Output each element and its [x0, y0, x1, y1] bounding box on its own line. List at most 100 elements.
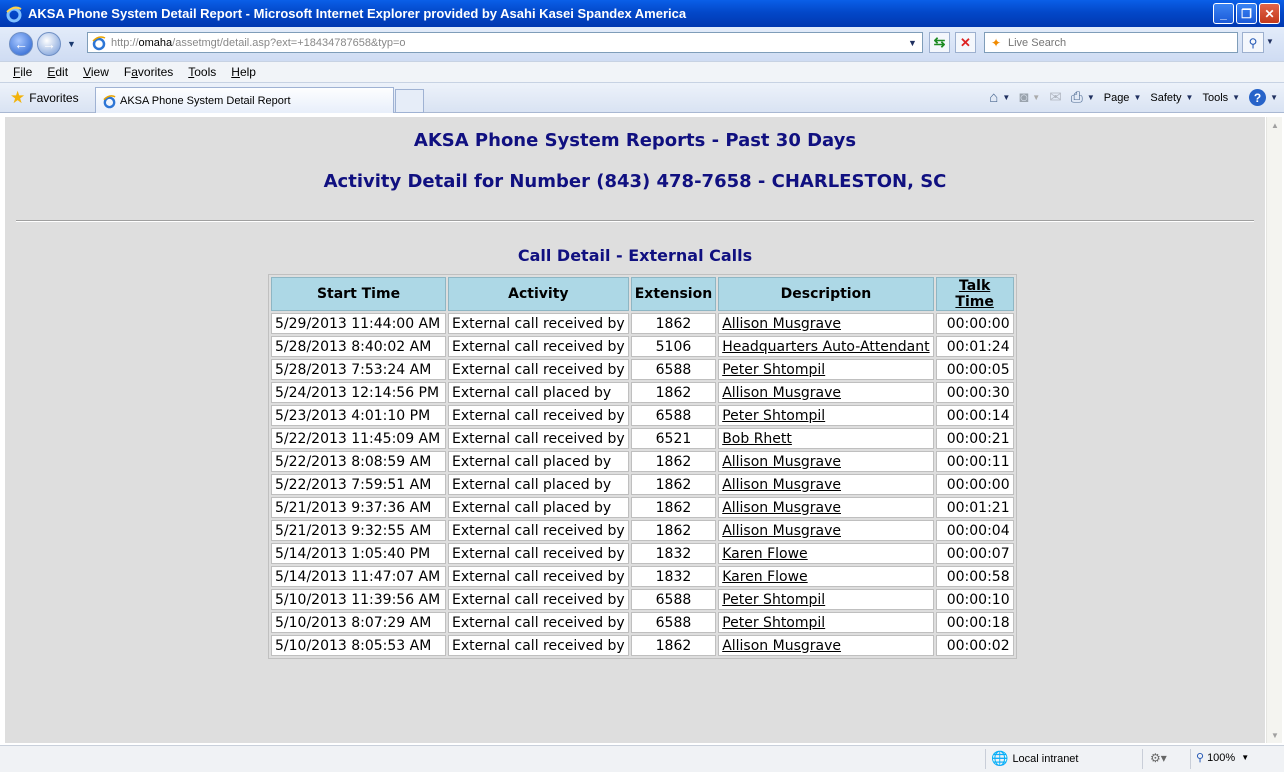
cell-description: Allison Musgrave — [718, 313, 934, 334]
menu-help[interactable]: Help — [231, 65, 256, 79]
description-link[interactable]: Allison Musgrave — [722, 316, 841, 332]
cell-talk-time: 00:00:18 — [935, 612, 1014, 633]
cell-extension: 6588 — [630, 612, 717, 633]
safety-menu[interactable]: Safety ▼ — [1150, 92, 1193, 104]
security-zone[interactable]: 🌐 Local intranet — [991, 750, 1078, 767]
ie-logo-icon — [6, 6, 22, 22]
print-button[interactable]: ⎙ ▼ — [1071, 90, 1095, 105]
cell-extension: 1862 — [630, 382, 717, 403]
table-row: 5/10/2013 11:39:56 AM External call recei… — [271, 589, 1014, 610]
window-title-bar: AKSA Phone System Detail Report - Micros… — [0, 0, 1284, 27]
cell-talk-time: 00:00:07 — [935, 543, 1014, 564]
table-row: 5/21/2013 9:32:55 AM External call receiv… — [271, 520, 1014, 541]
description-link[interactable]: Peter Shtompil — [722, 615, 825, 631]
address-dropdown-icon[interactable]: ▼ — [905, 34, 920, 51]
column-header-extension: Extension — [630, 277, 717, 311]
home-dropdown-icon[interactable]: ▼ — [1002, 93, 1010, 102]
description-link[interactable]: Karen Flowe — [722, 546, 807, 562]
address-toolbar: ← → ▼ http://omaha/assetmgt/detail.asp?e… — [0, 27, 1284, 61]
search-button[interactable]: ⚲ — [1242, 32, 1264, 53]
cell-talk-time: 00:00:21 — [935, 428, 1014, 449]
back-button[interactable]: ← — [9, 32, 33, 56]
column-header-talk-time[interactable]: Talk Time — [935, 277, 1014, 311]
status-bar: 🌐 Local intranet ⚙▾ ⚲ 100% ▼ — [0, 745, 1284, 772]
cell-activity: External call received by — [448, 566, 629, 587]
cell-talk-time: 00:01:21 — [935, 497, 1014, 518]
search-input[interactable] — [1008, 36, 1208, 49]
favorites-button[interactable]: ★ Favorites — [10, 89, 79, 106]
table-row: 5/24/2013 12:14:56 PM External call place… — [271, 382, 1014, 403]
vertical-scrollbar[interactable]: ▲ ▼ — [1266, 117, 1282, 743]
cell-description: Peter Shtompil — [718, 589, 934, 610]
divider — [16, 220, 1254, 222]
description-link[interactable]: Allison Musgrave — [722, 638, 841, 654]
description-link[interactable]: Peter Shtompil — [722, 362, 825, 378]
minimize-button[interactable]: _ — [1213, 3, 1234, 24]
mail-icon: ✉ — [1049, 89, 1062, 106]
page-subtitle: Activity Detail for Number (843) 478-765… — [323, 171, 947, 192]
refresh-button[interactable]: ⇆ — [929, 32, 950, 53]
scroll-up-icon[interactable]: ▲ — [1267, 117, 1283, 133]
tools-menu[interactable]: Tools ▼ — [1202, 92, 1240, 104]
zoom-magnifier-icon: ⚲ — [1196, 752, 1205, 764]
forward-button[interactable]: → — [37, 32, 61, 56]
zoom-control[interactable]: ⚲ 100% ▼ — [1196, 751, 1249, 765]
cell-description: Peter Shtompil — [718, 359, 934, 380]
home-button[interactable]: ⌂ ▼ — [989, 90, 1010, 105]
zone-label: Local intranet — [1012, 752, 1079, 765]
browser-viewport: AKSA Phone System Reports - Past 30 Days… — [0, 113, 1284, 745]
cell-extension: 1862 — [630, 451, 717, 472]
recent-pages-dropdown[interactable]: ▼ — [67, 39, 76, 49]
menu-tools[interactable]: Tools — [188, 65, 216, 79]
mail-button[interactable]: ✉ — [1049, 90, 1062, 105]
command-bar: ⌂ ▼ ◙ ▼ ✉ ⎙ ▼ Page ▼ Safety ▼ Tools ▼ ? ▼ — [980, 89, 1278, 106]
menu-view[interactable]: View — [83, 65, 109, 79]
description-link[interactable]: Allison Musgrave — [722, 385, 841, 401]
cell-start-time: 5/24/2013 12:14:56 PM — [271, 382, 446, 403]
favorites-label: Favorites — [29, 90, 79, 105]
description-link[interactable]: Allison Musgrave — [722, 500, 841, 516]
cell-activity: External call placed by — [448, 474, 629, 495]
description-link[interactable]: Allison Musgrave — [722, 454, 841, 470]
table-row: 5/23/2013 4:01:10 PM External call receiv… — [271, 405, 1014, 426]
menu-file[interactable]: File — [13, 65, 32, 79]
cell-talk-time: 00:00:10 — [935, 589, 1014, 610]
description-link[interactable]: Bob Rhett — [722, 431, 792, 447]
search-box[interactable]: ✦ — [984, 32, 1238, 53]
table-row: 5/28/2013 8:40:02 AM External call receiv… — [271, 336, 1014, 357]
cell-talk-time: 00:01:24 — [935, 336, 1014, 357]
maximize-button[interactable]: ❐ — [1236, 3, 1257, 24]
cell-description: Peter Shtompil — [718, 612, 934, 633]
cell-extension: 6588 — [630, 405, 717, 426]
description-link[interactable]: Allison Musgrave — [722, 477, 841, 493]
cell-activity: External call placed by — [448, 451, 629, 472]
feeds-dropdown-icon[interactable]: ▼ — [1032, 93, 1040, 102]
column-header-start-time: Start Time — [271, 277, 446, 311]
safety-dropdown-icon: ▼ — [1185, 93, 1194, 102]
table-row: 5/22/2013 8:08:59 AM External call placed… — [271, 451, 1014, 472]
menu-favorites[interactable]: Favorites — [124, 65, 173, 79]
search-options-dropdown[interactable]: ▼ — [1266, 37, 1274, 46]
description-link[interactable]: Allison Musgrave — [722, 523, 841, 539]
tab-current[interactable]: AKSA Phone System Detail Report — [95, 87, 394, 114]
feeds-button[interactable]: ◙ ▼ — [1019, 90, 1040, 105]
stop-button[interactable]: ✕ — [955, 32, 976, 53]
cell-activity: External call received by — [448, 359, 629, 380]
scroll-down-icon[interactable]: ▼ — [1267, 727, 1283, 743]
help-button[interactable]: ? ▼ — [1249, 89, 1278, 106]
description-link[interactable]: Peter Shtompil — [722, 592, 825, 608]
page-menu[interactable]: Page ▼ — [1104, 92, 1142, 104]
talk-time-sort-link[interactable]: Talk Time — [955, 278, 993, 310]
description-link[interactable]: Peter Shtompil — [722, 408, 825, 424]
description-link[interactable]: Headquarters Auto-Attendant — [722, 339, 929, 355]
new-tab-button[interactable] — [395, 89, 424, 113]
home-icon: ⌂ — [989, 89, 999, 106]
menu-edit[interactable]: Edit — [47, 65, 68, 79]
address-input[interactable]: http://omaha/assetmgt/detail.asp?ext=+18… — [87, 32, 923, 53]
description-link[interactable]: Karen Flowe — [722, 569, 807, 585]
protected-mode-icon[interactable]: ⚙▾ — [1150, 751, 1167, 765]
table-header-row: Start Time Activity Extension Descriptio… — [271, 277, 1014, 311]
print-dropdown-icon[interactable]: ▼ — [1087, 93, 1095, 102]
cell-talk-time: 00:00:05 — [935, 359, 1014, 380]
close-button[interactable]: ✕ — [1259, 3, 1280, 24]
